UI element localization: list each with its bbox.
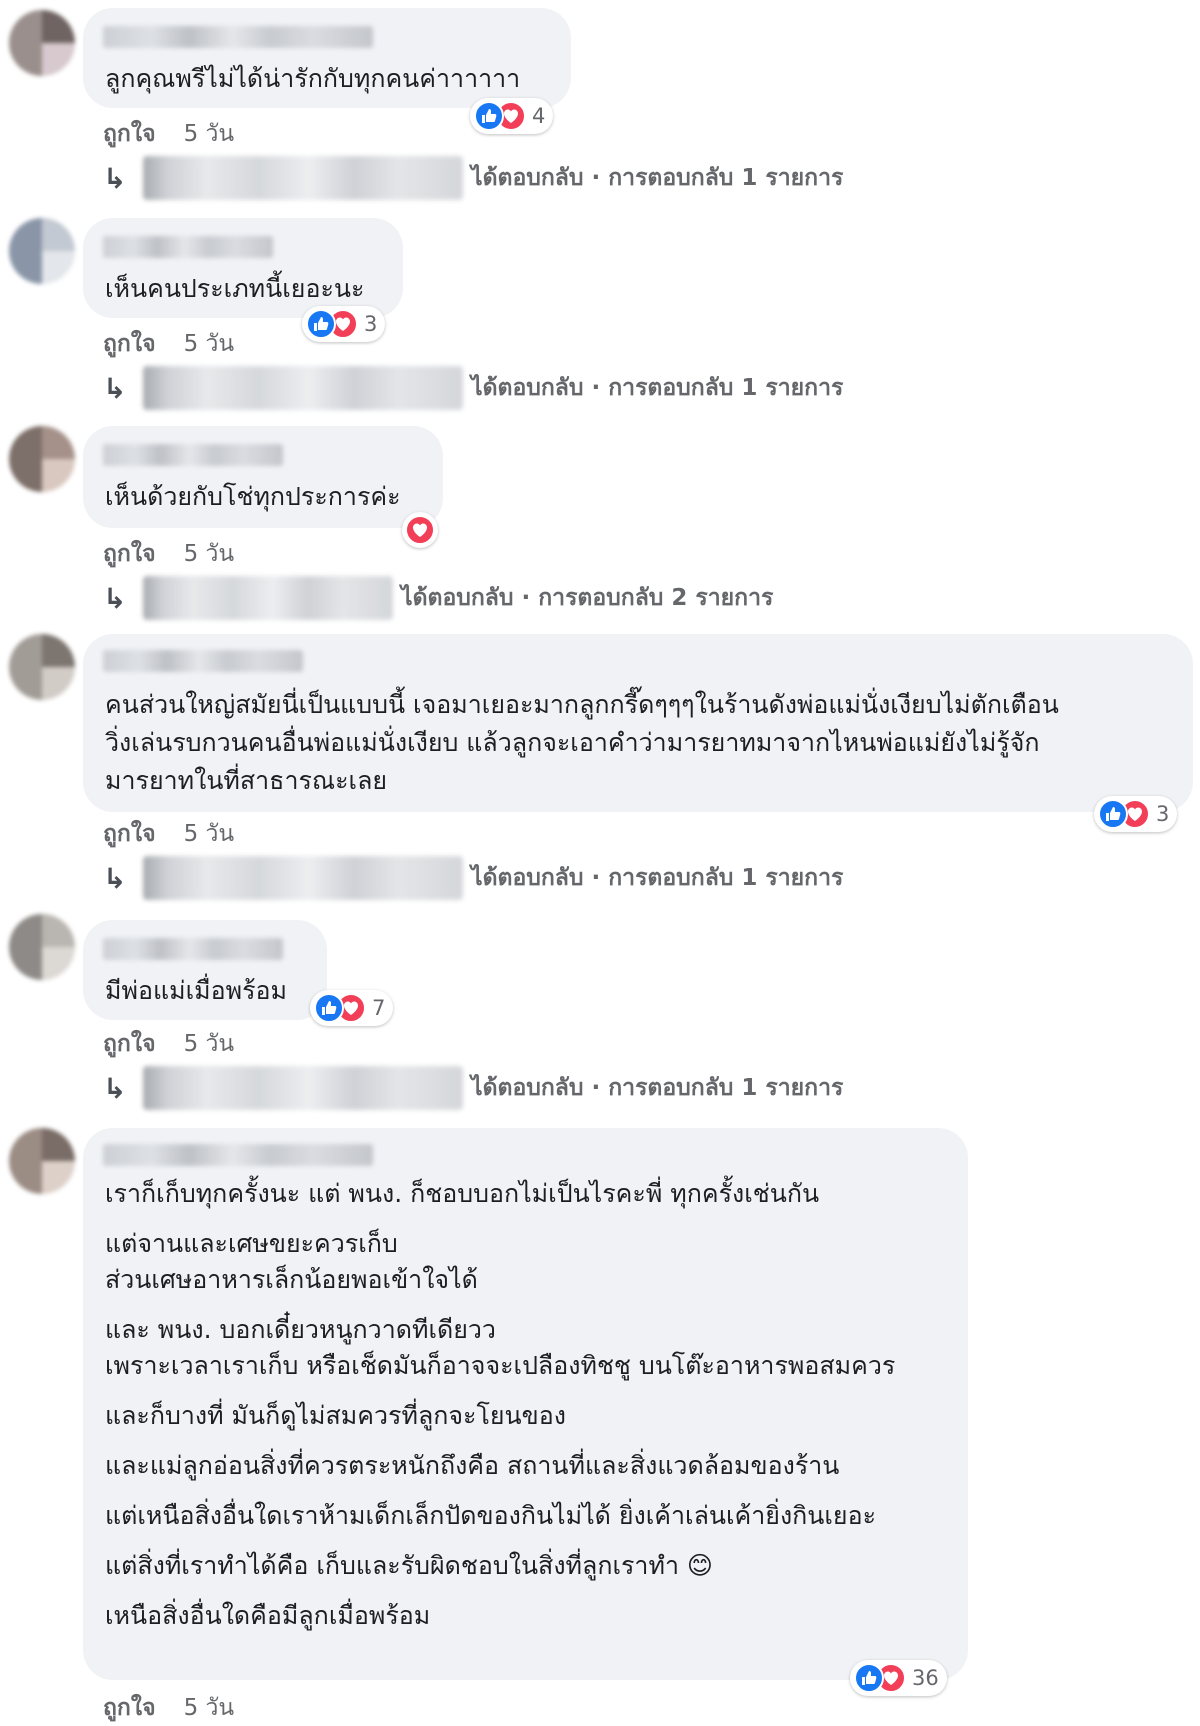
reaction-summary[interactable]: 3	[302, 306, 386, 342]
replier-name	[143, 856, 463, 900]
timestamp[interactable]: 5 วัน	[184, 121, 235, 147]
reply-arrow-icon: ↳	[103, 1071, 127, 1105]
comment-meta: ถูกใจ 5 วัน	[103, 816, 234, 852]
timestamp[interactable]: 5 วัน	[184, 1031, 235, 1057]
love-reaction-icon	[405, 515, 435, 545]
reply-count-text[interactable]: ได้ตอบกลับ · การตอบกลับ 1 รายการ	[471, 370, 843, 406]
reply-row[interactable]: ↳ ได้ตอบกลับ · การตอบกลับ 1 รายการ	[103, 856, 843, 900]
avatar[interactable]	[9, 218, 75, 284]
timestamp[interactable]: 5 วัน	[184, 821, 235, 847]
comment-bubble: ลูกคุณพรีไม่ได้น่ารักกับทุกคนค่าาาาาา	[83, 8, 571, 108]
timestamp[interactable]: 5 วัน	[184, 331, 235, 357]
timestamp[interactable]: 5 วัน	[184, 1695, 235, 1721]
comment-meta: ถูกใจ 5 วัน	[103, 326, 234, 362]
like-link[interactable]: ถูกใจ	[103, 1031, 156, 1057]
comment-text: เราก็เก็บทุกครั้งนะ แต่ พนง. ก็ชอบบอกไม่…	[105, 1179, 896, 1630]
like-reaction-icon	[314, 993, 344, 1023]
reaction-count: 7	[372, 996, 386, 1020]
timestamp[interactable]: 5 วัน	[184, 541, 235, 567]
reply-arrow-icon: ↳	[103, 861, 127, 895]
comment-meta: ถูกใจ 5 วัน	[103, 116, 234, 152]
reaction-summary[interactable]	[402, 512, 438, 548]
reaction-count: 3	[364, 312, 378, 336]
like-reaction-icon	[854, 1663, 884, 1693]
reply-count-text[interactable]: ได้ตอบกลับ · การตอบกลับ 1 รายการ	[471, 1070, 843, 1106]
reply-row[interactable]: ↳ ได้ตอบกลับ · การตอบกลับ 1 รายการ	[103, 1066, 843, 1110]
reply-arrow-icon: ↳	[103, 161, 127, 195]
reaction-count: 3	[1156, 802, 1170, 826]
comment-bubble: เห็นคนประเภทนี้เยอะนะ	[83, 218, 403, 318]
comment-text: เห็นคนประเภทนี้เยอะนะ	[105, 274, 365, 303]
commenter-name[interactable]	[103, 650, 303, 672]
reply-count-text[interactable]: ได้ตอบกลับ · การตอบกลับ 1 รายการ	[471, 160, 843, 196]
avatar[interactable]	[9, 10, 75, 76]
commenter-name[interactable]	[103, 444, 283, 466]
reply-row[interactable]: ↳ ได้ตอบกลับ · การตอบกลับ 2 รายการ	[103, 576, 773, 620]
comment-meta: ถูกใจ 5 วัน	[103, 536, 234, 572]
comment-text: มีพ่อแม่เมื่อพร้อม	[105, 976, 288, 1005]
comment-bubble: เราก็เก็บทุกครั้งนะ แต่ พนง. ก็ชอบบอกไม่…	[83, 1128, 968, 1680]
replier-name	[143, 366, 463, 410]
comment-bubble: มีพ่อแม่เมื่อพร้อม	[83, 920, 327, 1020]
reply-arrow-icon: ↳	[103, 371, 127, 405]
reply-row[interactable]: ↳ ได้ตอบกลับ · การตอบกลับ 1 รายการ	[103, 156, 843, 200]
avatar[interactable]	[9, 634, 75, 700]
reply-row[interactable]: ↳ ได้ตอบกลับ · การตอบกลับ 1 รายการ	[103, 366, 843, 410]
replier-name	[143, 1066, 463, 1110]
reaction-summary[interactable]: 7	[310, 990, 394, 1026]
comment-text: เห็นด้วยกับโช่ทุกประการค่ะ	[105, 482, 401, 511]
reaction-summary[interactable]: 3	[1094, 796, 1178, 832]
reply-arrow-icon: ↳	[103, 581, 127, 615]
commenter-name[interactable]	[103, 938, 283, 960]
replier-name	[143, 576, 393, 620]
avatar[interactable]	[9, 914, 75, 980]
commenter-name[interactable]	[103, 1144, 373, 1166]
like-link[interactable]: ถูกใจ	[103, 821, 156, 847]
reply-count-text[interactable]: ได้ตอบกลับ · การตอบกลับ 2 รายการ	[401, 580, 773, 616]
reaction-summary[interactable]: 4	[470, 98, 554, 134]
like-reaction-icon	[306, 309, 336, 339]
avatar[interactable]	[9, 426, 75, 492]
replier-name	[143, 156, 463, 200]
like-reaction-icon	[474, 101, 504, 131]
comment-meta: ถูกใจ 5 วัน	[103, 1690, 234, 1726]
comment-bubble: เห็นด้วยกับโช่ทุกประการค่ะ	[83, 426, 443, 528]
reaction-count: 36	[912, 1666, 939, 1690]
like-link[interactable]: ถูกใจ	[103, 541, 156, 567]
like-link[interactable]: ถูกใจ	[103, 331, 156, 357]
reply-count-text[interactable]: ได้ตอบกลับ · การตอบกลับ 1 รายการ	[471, 860, 843, 896]
reaction-summary[interactable]: 36	[850, 1660, 947, 1696]
comment-meta: ถูกใจ 5 วัน	[103, 1026, 234, 1062]
comment-bubble: คนส่วนใหญ่สมัยนี่เป็นแบบนี้ เจอมาเยอะมาก…	[83, 634, 1193, 812]
like-reaction-icon	[1098, 799, 1128, 829]
commenter-name[interactable]	[103, 236, 273, 258]
like-link[interactable]: ถูกใจ	[103, 121, 156, 147]
commenter-name[interactable]	[103, 26, 373, 48]
comment-text: ลูกคุณพรีไม่ได้น่ารักกับทุกคนค่าาาาาา	[105, 64, 521, 93]
reaction-count: 4	[532, 104, 546, 128]
like-link[interactable]: ถูกใจ	[103, 1695, 156, 1721]
comment-text: คนส่วนใหญ่สมัยนี่เป็นแบบนี้ เจอมาเยอะมาก…	[105, 690, 1059, 795]
avatar[interactable]	[9, 1128, 75, 1194]
